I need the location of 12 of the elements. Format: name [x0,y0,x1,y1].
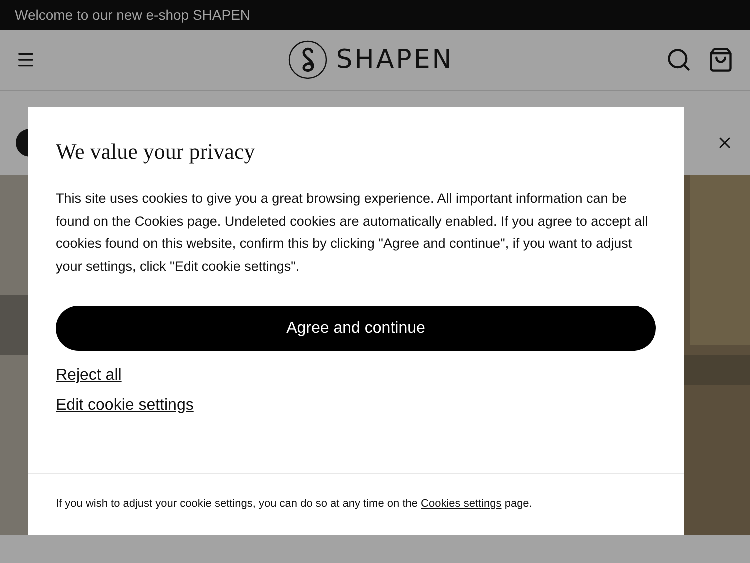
dialog-title: We value your privacy [56,139,256,165]
agree-button[interactable]: Agree and continue [56,306,656,351]
dialog-link[interactable]: Reject all [56,365,122,387]
bag-icon[interactable] [708,47,734,73]
cookies-settings-link[interactable]: Cookies settings [421,498,502,510]
announcement-text: Welcome to our new e-shop SHAPEN [15,6,251,25]
logo-text[interactable]: SHAPEN [336,40,454,80]
dialog-link[interactable]: Edit cookie settings [56,395,194,417]
footer-note: If you wish to adjust your cookie settings, you can do so at any time on the Cookies settings page. [56,497,532,512]
dialog-body: This site uses cookies to give you a great browsing experience. All important information can be found on the Cookies page. Undeleted cookies are automatically enabled. If you agree to accept all cookies found on this website, confirm this by clicking "Agree and continue", if you want to adjust your settings, click "Edit cookie settings". [56,190,650,276]
logo-icon [288,40,328,80]
search-icon[interactable] [666,47,692,73]
